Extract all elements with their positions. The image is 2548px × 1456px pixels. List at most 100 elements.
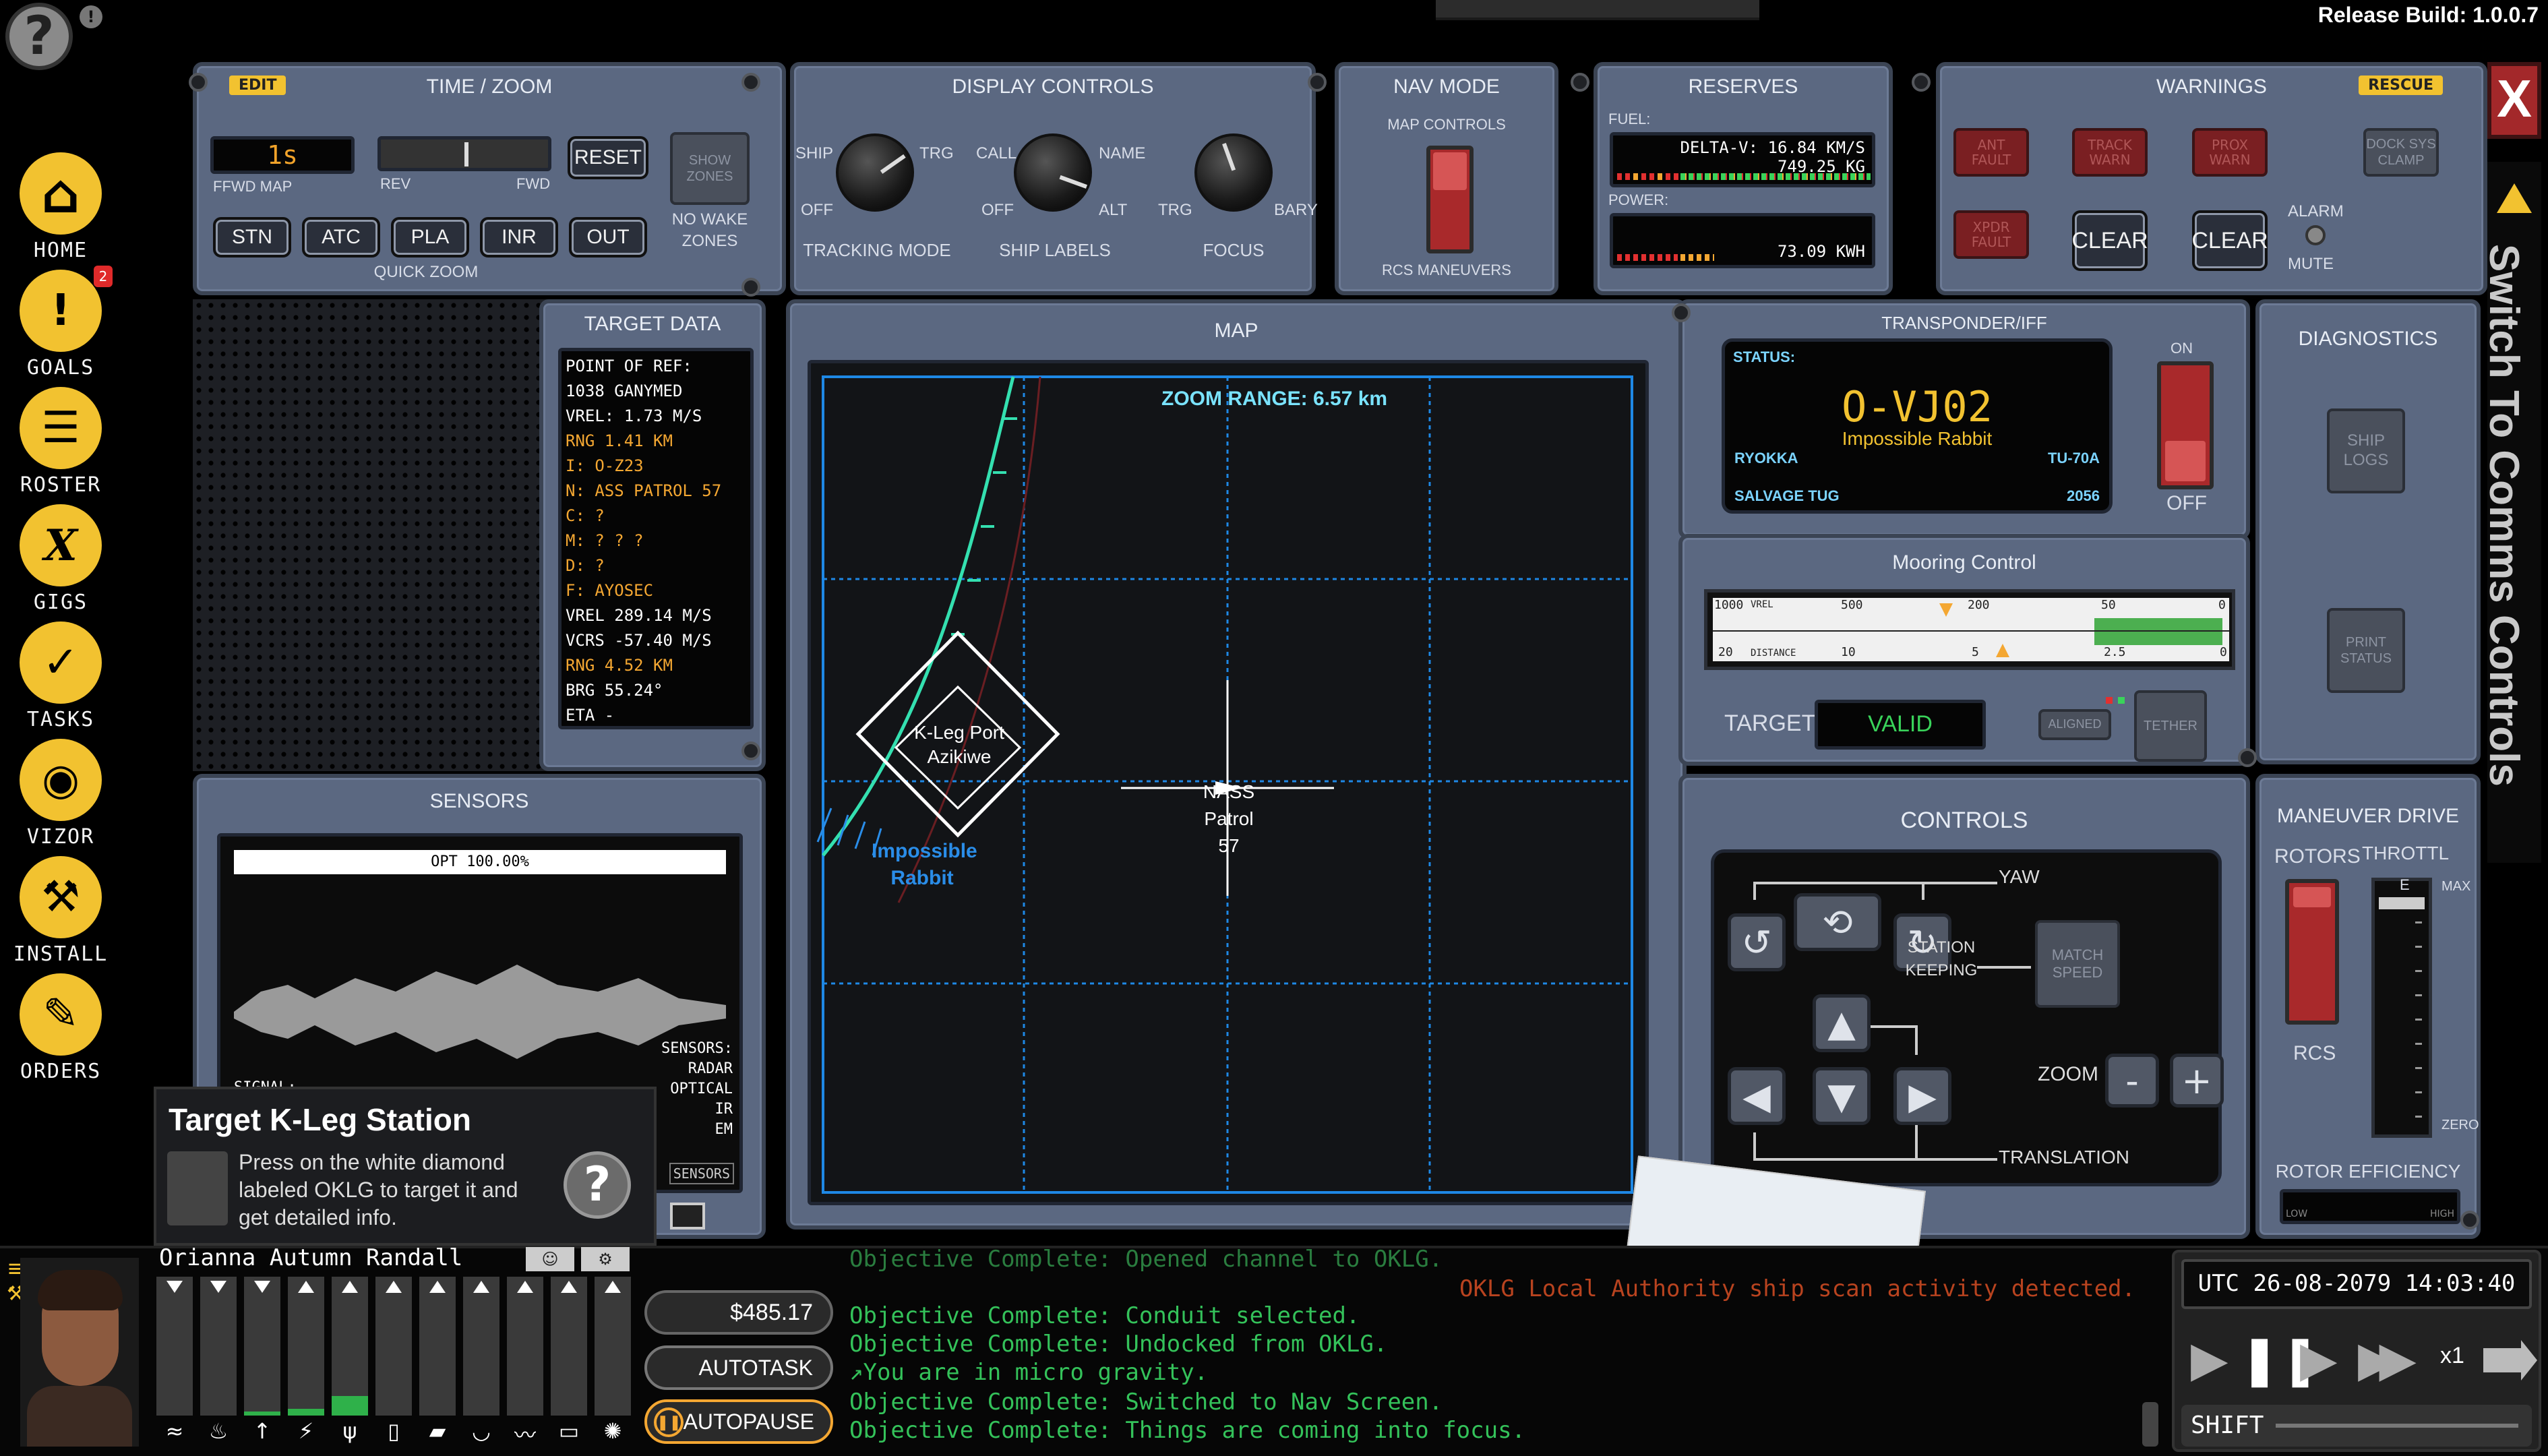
faster-button[interactable]: ▶▶ xyxy=(2358,1331,2417,1387)
rescue-tag[interactable]: RESCUE xyxy=(2359,75,2443,95)
nav-vizor[interactable]: ◉ VIZOR xyxy=(10,739,111,849)
opt-bar: OPT 100.00% xyxy=(234,850,726,874)
controls-title: CONTROLS xyxy=(1900,808,2028,833)
station-label[interactable]: K-Leg Port Azikiwe xyxy=(912,721,1006,769)
vrel-label: VREL xyxy=(1751,599,1773,610)
side-tab[interactable]: Switch To Comms Controls xyxy=(2481,162,2541,863)
translate-up-button[interactable]: ▲ xyxy=(1813,994,1871,1052)
close-button[interactable]: X xyxy=(2487,62,2541,139)
nav-goals[interactable]: ! GOALS 2 xyxy=(10,266,113,380)
zoom-minus-button[interactable]: - xyxy=(2105,1054,2159,1108)
focus-knob[interactable] xyxy=(1194,133,1273,212)
clear-button-1[interactable]: CLEAR xyxy=(2071,210,2148,271)
map-screen[interactable]: ZOOM RANGE: 6.57 km K-Leg Port Azikiwe I… xyxy=(808,360,1649,1205)
sensors-button[interactable]: SENSORS xyxy=(669,1163,734,1184)
yaw-stop-button[interactable]: ⟲ xyxy=(1794,893,1881,951)
nav-roster[interactable]: ☰ ROSTER xyxy=(10,387,111,497)
shift-bar[interactable]: SHIFT xyxy=(2181,1405,2532,1447)
log-scrollbar[interactable] xyxy=(2142,1402,2158,1447)
play-button[interactable]: ▶ xyxy=(2191,1331,2228,1387)
throttle-handle[interactable] xyxy=(2379,897,2425,909)
heart-icon: 〰 xyxy=(514,1422,536,1448)
zoom-plus-button[interactable]: + xyxy=(2170,1054,2224,1108)
need-arrow-icon xyxy=(210,1281,226,1293)
fire-icon: ♨ xyxy=(208,1418,229,1444)
translate-left-button[interactable]: ◀ xyxy=(1728,1067,1786,1125)
diagnostics-title: DIAGNOSTICS xyxy=(2298,328,2438,350)
autotask-button[interactable]: AUTOTASK xyxy=(644,1345,833,1390)
ship-label[interactable]: Impossible Rabbit xyxy=(872,838,977,892)
target-data-screen: POINT OF REF: 1038 GANYMED VREL: 1.73 M/S R… xyxy=(558,348,754,729)
display-controls-title: DISPLAY CONTROLS xyxy=(952,75,1154,98)
speed-next-icon[interactable] xyxy=(2483,1340,2537,1381)
xpdr-fault-light[interactable]: XPDR FAULT xyxy=(1953,210,2029,259)
rivet xyxy=(189,73,208,92)
waves-icon: ≈ xyxy=(165,1418,184,1444)
translate-right-button[interactable]: ▶ xyxy=(1893,1067,1951,1125)
time-slider-handle[interactable] xyxy=(464,142,468,166)
tooltip-image xyxy=(167,1151,228,1225)
zoom-stn-button[interactable]: STN xyxy=(213,217,291,257)
target-label[interactable]: NASS Patrol 57 xyxy=(1195,779,1263,859)
tracking-off-label: OFF xyxy=(801,201,833,219)
fast-button[interactable]: ▶ xyxy=(2300,1331,2337,1387)
rotors-label: ROTORS xyxy=(2274,845,2361,868)
nav-install[interactable]: ⚒ INSTALL xyxy=(10,856,111,966)
clear-button-2[interactable]: CLEAR xyxy=(2191,210,2268,271)
zoom-atc-button[interactable]: ATC xyxy=(302,217,380,257)
nav-orders[interactable]: ✎ ORDERS xyxy=(10,973,111,1083)
nav-home[interactable]: ⌂ HOME xyxy=(10,152,111,262)
crew-settings-icon[interactable]: ⚙ xyxy=(581,1247,630,1271)
translate-down-button[interactable]: ▼ xyxy=(1813,1067,1871,1125)
help-button[interactable]: ? xyxy=(5,3,73,70)
time-slider[interactable] xyxy=(377,136,551,171)
show-zones-button[interactable]: SHOW ZONES xyxy=(670,132,750,205)
tracking-mode-knob[interactable] xyxy=(836,133,914,212)
throttle-slider[interactable] xyxy=(2371,878,2432,1138)
vrel-tick-1000: 1000 xyxy=(1714,598,1744,612)
rotor-eff-high: HIGH xyxy=(2429,1209,2454,1219)
log-entry: Objective Complete: Opened channel to OK… xyxy=(849,1246,1443,1273)
nav-gigs[interactable]: X GIGS xyxy=(10,504,111,614)
alarm-switch[interactable] xyxy=(2305,225,2326,245)
transponder-title: TRANSPONDER/IFF xyxy=(1881,313,2047,333)
edit-tag[interactable]: EDIT xyxy=(229,75,286,95)
need-arrow-icon xyxy=(342,1281,358,1293)
ant-fault-light[interactable]: ANT FAULT xyxy=(1953,128,2029,177)
need-arrow-icon xyxy=(254,1281,270,1293)
aligned-light-red xyxy=(2106,697,2113,704)
tether-button[interactable]: TETHER xyxy=(2134,690,2207,762)
prox-warn-light[interactable]: PROX WARN xyxy=(2192,128,2268,177)
translation-label: TRANSLATION xyxy=(1999,1147,2129,1167)
match-speed-button[interactable]: MATCH SPEED xyxy=(2035,920,2120,1008)
goals-icon: ! xyxy=(20,270,102,352)
tooltip-help-button[interactable]: ? xyxy=(564,1151,631,1219)
fuel-label: FUEL: xyxy=(1608,111,1651,127)
sensor-toggle[interactable] xyxy=(670,1203,705,1230)
crew-portrait[interactable] xyxy=(20,1258,139,1447)
autopause-button[interactable]: ❚❚ AUTOPAUSE xyxy=(644,1399,833,1444)
rotors-switch[interactable] xyxy=(2285,879,2339,1025)
nav-mode-switch[interactable] xyxy=(1426,146,1474,253)
transponder-status-label: STATUS: xyxy=(1733,348,1796,365)
ship-logs-button[interactable]: SHIP LOGS xyxy=(2327,408,2405,493)
reset-button[interactable]: RESET xyxy=(568,136,648,179)
ship-labels-knob[interactable] xyxy=(1014,133,1092,212)
need-bar xyxy=(419,1277,456,1416)
target-data-line: RNG 4.52 KM xyxy=(566,656,673,675)
sensor-em: EM xyxy=(715,1121,733,1138)
zoom-inr-button[interactable]: INR xyxy=(480,217,558,257)
rotor-eff-low: LOW xyxy=(2286,1209,2308,1219)
dock-sys-clamp-light[interactable]: DOCK SYS CLAMP xyxy=(2363,128,2439,177)
crew-group-icon[interactable]: ☺ xyxy=(526,1247,574,1271)
yaw-left-button[interactable]: ↺ xyxy=(1728,913,1786,971)
print-status-button[interactable]: PRINT STATUS xyxy=(2327,608,2405,693)
fwd-label: FWD xyxy=(516,175,551,192)
zoom-out-button[interactable]: OUT xyxy=(569,217,647,257)
track-warn-light[interactable]: TRACK WARN xyxy=(2072,128,2148,177)
controls-lines xyxy=(1753,882,2119,1161)
transponder-switch[interactable] xyxy=(2157,361,2214,489)
zoom-pla-button[interactable]: PLA xyxy=(391,217,469,257)
nav-tasks[interactable]: ✓ TASKS xyxy=(10,621,111,731)
tracking-mode-label: TRACKING MODE xyxy=(803,240,951,260)
